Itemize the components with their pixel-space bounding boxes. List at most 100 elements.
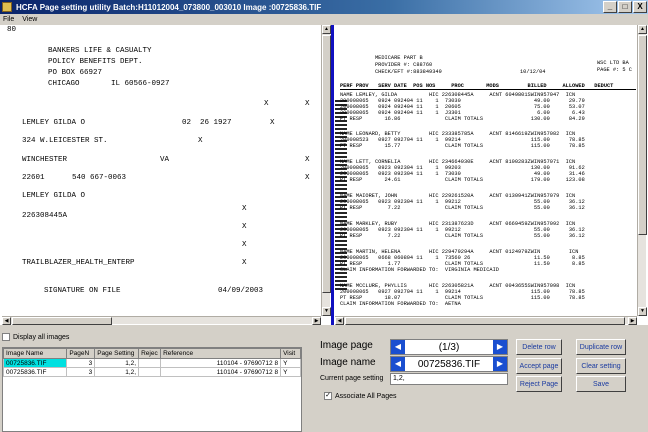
doc-text: PT RESP 7.22 CLAIM TOTALS 55.00 36.12 <box>340 205 585 211</box>
scroll-left-arrow-icon[interactable]: ◀ <box>2 317 11 325</box>
doc-text: MEDICARE PART B <box>375 55 423 61</box>
doc-text: 22601 <box>22 174 45 182</box>
doc-text: TRAILBLAZER_HEALTH_ENTERP <box>22 259 135 267</box>
scroll-down-arrow-icon[interactable]: ▼ <box>638 307 647 316</box>
scroll-thumb[interactable] <box>322 35 331 293</box>
doc-text: 324 W.LEICESTER ST. <box>22 137 108 145</box>
doc-text: LEMLEY GILDA O <box>22 192 86 200</box>
table-cell[interactable]: 3 <box>66 367 96 377</box>
menu-view[interactable]: View <box>22 16 37 23</box>
doc-text: LEMLEY GILDA O <box>22 119 86 127</box>
table-cell[interactable]: 1,2, <box>94 367 140 377</box>
checkbox-box[interactable]: ✓ <box>324 392 332 400</box>
checkbox-box[interactable] <box>2 333 10 341</box>
right-vertical-scrollbar[interactable]: ▲ ▼ <box>637 25 647 316</box>
left-horizontal-scrollbar[interactable]: ◀ ▶ <box>2 316 321 325</box>
right-horizontal-scrollbar[interactable]: ◀ ▶ <box>335 316 637 325</box>
menu-file[interactable]: File <box>3 16 14 23</box>
image-name-value: 00725836.TIF <box>417 358 481 370</box>
clear-setting-button[interactable]: Clear setting <box>576 358 626 374</box>
left-document-image: 80 BANKERS LIFE & CASUALTY POLICY BENEFI… <box>2 25 320 316</box>
doc-text: 04/09/2003 <box>218 287 264 295</box>
doc-text: 10/12/04 <box>520 69 546 75</box>
prev-image-icon[interactable]: ◀ <box>391 357 405 371</box>
doc-text: X <box>264 100 269 108</box>
doc-text: PO BOX 66927 <box>48 69 103 77</box>
left-vertical-scrollbar[interactable]: ▲ ▼ <box>321 25 331 316</box>
doc-text: POLICY BENEFITS DEPT. <box>48 58 143 66</box>
scroll-down-arrow-icon[interactable]: ▼ <box>322 307 331 316</box>
app-icon <box>2 2 12 12</box>
doc-text: PT RESP 24.61 CLAIM TOTALS 179.00 123.08 <box>340 177 585 183</box>
table-cell[interactable]: Y <box>280 358 301 368</box>
minimize-button[interactable]: _ <box>603 1 617 13</box>
current-page-setting-input[interactable]: 1,2, <box>390 373 508 385</box>
column-header[interactable]: Rejec <box>138 348 162 359</box>
doc-text: WINCHESTER <box>22 156 68 164</box>
image-name-label: Image name <box>320 357 376 368</box>
checkbox-label: Display all images <box>13 333 70 341</box>
menu-bar: File View <box>0 14 648 25</box>
table-cell[interactable] <box>138 367 162 377</box>
scroll-up-arrow-icon[interactable]: ▲ <box>638 25 647 34</box>
checkbox-label: Associate All Pages <box>335 392 397 400</box>
doc-text: 02 26 1927 <box>182 119 232 127</box>
prev-page-icon[interactable]: ◀ <box>391 340 405 354</box>
scroll-right-arrow-icon[interactable]: ▶ <box>312 317 321 325</box>
doc-text: X <box>198 137 203 145</box>
table-cell[interactable]: Y <box>280 367 301 377</box>
save-button[interactable]: Save <box>576 376 626 392</box>
image-page-value: (1/3) <box>438 341 460 353</box>
table-cell[interactable]: 3 <box>66 358 96 368</box>
doc-text: SIGNATURE ON FILE <box>44 287 121 295</box>
image-name-spinner[interactable]: ◀ 00725836.TIF ▶ <box>390 356 508 372</box>
accept-page-button[interactable]: Accept page <box>516 358 562 374</box>
divider-line <box>340 89 636 90</box>
doc-text: CHICAGO IL 60566-0927 <box>48 80 170 88</box>
table-cell[interactable]: 00725836.TIF <box>2 367 68 377</box>
reject-page-button[interactable]: Reject Page <box>516 376 562 392</box>
doc-text: 226308445A <box>22 212 68 220</box>
title-bar: HCFA Page setting utility Batch:H1101200… <box>0 0 648 14</box>
table-cell[interactable]: 00725836.TIF <box>2 358 68 368</box>
table-cell[interactable]: 110104 - 97690712 8 <box>160 367 282 377</box>
display-all-images-checkbox[interactable]: Display all images <box>2 333 69 341</box>
doc-text: X <box>305 100 310 108</box>
table-row[interactable]: 00725836.TIF 3 1,2, 110104 - 97690712 8 … <box>2 358 301 368</box>
doc-text: CLAIM INFORMATION FORWARDED TO: VIRGINIA… <box>340 267 499 273</box>
doc-text: PT RESP 16.86 CLAIM TOTALS 130.00 84.29 <box>340 116 585 122</box>
column-header[interactable]: Image Name <box>2 348 68 359</box>
doc-text: PT RESP 7.22 CLAIM TOTALS 55.00 36.12 <box>340 233 585 239</box>
table-cell[interactable]: 110104 - 97690712 8 <box>160 358 282 368</box>
close-button[interactable]: X <box>633 1 647 13</box>
doc-text: PT RESP 15.77 CLAIM TOTALS 115.00 78.85 <box>340 143 585 149</box>
column-header[interactable]: Visit <box>280 348 301 359</box>
next-page-icon[interactable]: ▶ <box>493 340 507 354</box>
scroll-thumb[interactable] <box>638 35 647 235</box>
duplicate-row-button[interactable]: Duplicate row <box>576 339 626 355</box>
scroll-right-arrow-icon[interactable]: ▶ <box>628 317 637 325</box>
image-page-spinner[interactable]: ◀ (1/3) ▶ <box>390 339 508 355</box>
maximize-button[interactable]: □ <box>618 1 632 13</box>
doc-text: X <box>305 174 310 182</box>
table-cell[interactable]: 1,2, <box>94 358 140 368</box>
delete-row-button[interactable]: Delete row <box>516 339 562 355</box>
doc-text: CHECK/EFT #:883849349 <box>375 69 442 75</box>
image-grid[interactable]: Image Name PageN Page Setting Rejec Refe… <box>2 347 302 432</box>
column-header[interactable]: Page Setting <box>94 348 140 359</box>
scroll-up-arrow-icon[interactable]: ▲ <box>322 25 331 34</box>
viewer-divider[interactable] <box>331 25 334 325</box>
scroll-left-arrow-icon[interactable]: ◀ <box>335 317 344 325</box>
doc-text: CLAIM INFORMATION FORWARDED TO: AETNA <box>340 301 461 307</box>
table-cell[interactable] <box>138 358 162 368</box>
next-image-icon[interactable]: ▶ <box>493 357 507 371</box>
image-viewer: 80 BANKERS LIFE & CASUALTY POLICY BENEFI… <box>0 25 648 325</box>
column-header[interactable]: Reference <box>160 348 282 359</box>
associate-all-pages-checkbox[interactable]: ✓ Associate All Pages <box>324 392 396 400</box>
column-header[interactable]: PageN <box>66 348 96 359</box>
doc-text: X <box>242 241 247 249</box>
scroll-thumb[interactable] <box>12 317 112 325</box>
image-page-label: Image page <box>320 340 373 351</box>
table-row[interactable]: 00725836.TIF 3 1,2, 110104 - 97690712 8 … <box>2 367 301 377</box>
scroll-thumb[interactable] <box>345 317 625 325</box>
